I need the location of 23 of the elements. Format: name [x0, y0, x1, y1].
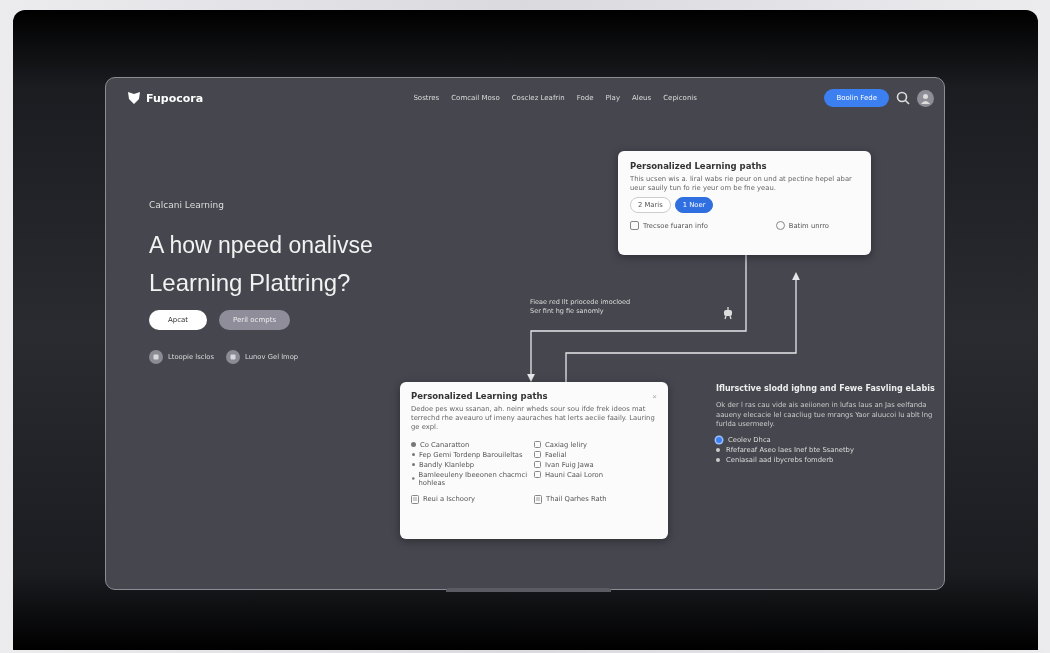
bullet-icon — [411, 442, 416, 447]
hero-heading: A how npeed onalivse Learning Plattring? — [149, 231, 374, 298]
bullet-icon — [412, 463, 415, 466]
section-title: Iflursctive slodd ighng and Fewe Fasvling eLabis — [716, 384, 936, 395]
robot-icon — [721, 306, 735, 320]
feature-icon — [226, 350, 241, 364]
shield-logo-icon — [126, 90, 142, 106]
radio-dot[interactable] — [716, 437, 722, 444]
eyebrow-text: Calcani Learning — [149, 200, 225, 210]
card-title: Personalized Learning paths — [411, 391, 548, 401]
search-icon[interactable] — [895, 90, 911, 106]
radio-dot[interactable] — [716, 458, 720, 463]
checkbox-icon[interactable] — [630, 221, 639, 231]
brand-name: Fupocora — [146, 91, 204, 105]
bullet-icon — [412, 477, 415, 480]
radio-icon[interactable] — [775, 221, 785, 231]
bullet-icon — [412, 453, 415, 456]
document-icon — [411, 494, 419, 504]
card-title: Personalized Learning paths — [630, 161, 768, 171]
document-icon — [534, 494, 542, 504]
avatar-icon[interactable] — [917, 89, 934, 107]
radio-dot[interactable] — [716, 448, 720, 453]
feature-icon — [149, 350, 163, 364]
